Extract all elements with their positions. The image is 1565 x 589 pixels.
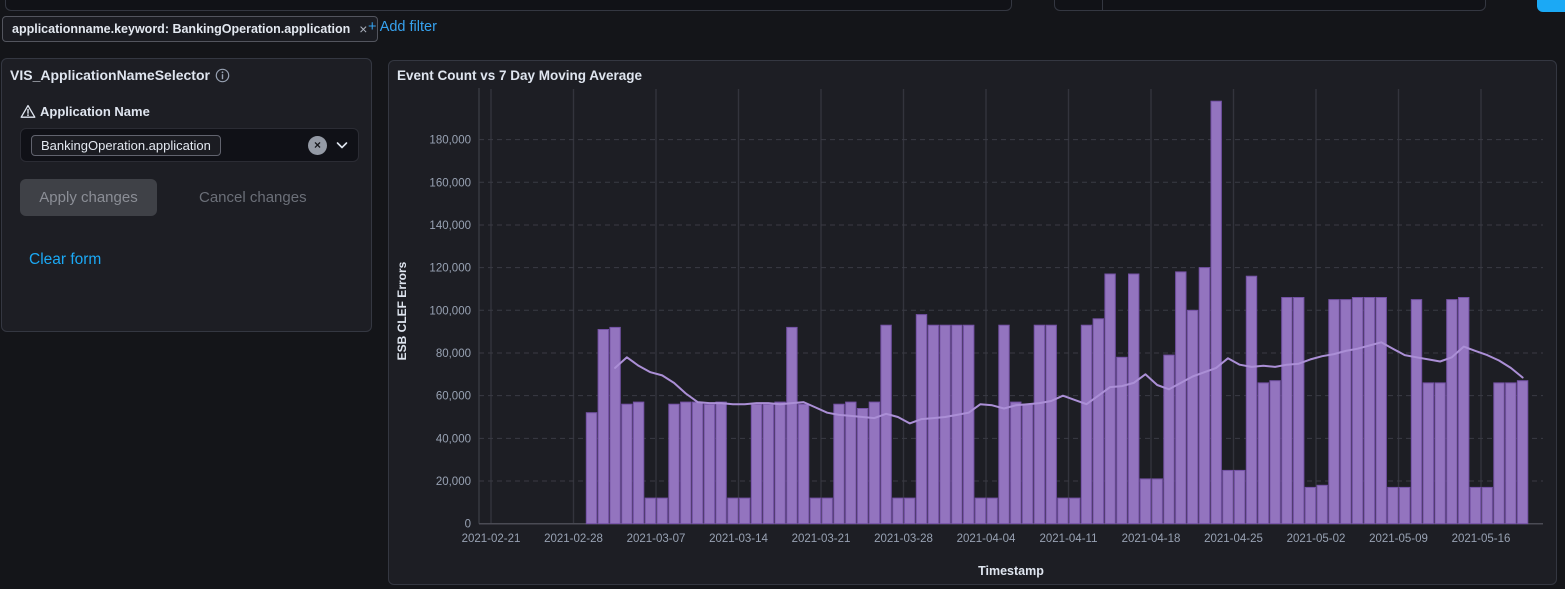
svg-text:2021-05-09: 2021-05-09 bbox=[1369, 533, 1428, 545]
svg-text:2021-04-04: 2021-04-04 bbox=[957, 533, 1016, 545]
svg-text:2021-04-25: 2021-04-25 bbox=[1204, 533, 1263, 545]
add-filter-link[interactable]: + Add filter bbox=[368, 19, 437, 35]
warning-icon bbox=[20, 104, 36, 119]
date-picker-divider bbox=[1102, 0, 1103, 10]
svg-text:40,000: 40,000 bbox=[436, 433, 471, 445]
application-selector-panel: VIS_ApplicationNameSelector Application … bbox=[1, 58, 372, 332]
date-range-picker[interactable] bbox=[1054, 0, 1486, 11]
svg-text:100,000: 100,000 bbox=[429, 305, 471, 317]
remove-filter-icon[interactable]: × bbox=[359, 21, 367, 37]
y-axis-title: ESB CLEF Errors bbox=[395, 261, 409, 361]
svg-text:2021-04-11: 2021-04-11 bbox=[1040, 533, 1098, 545]
svg-text:2021-03-21: 2021-03-21 bbox=[792, 533, 851, 545]
svg-text:120,000: 120,000 bbox=[429, 263, 471, 275]
filter-bar: applicationname.keyword: BankingOperatio… bbox=[0, 14, 1565, 46]
svg-text:20,000: 20,000 bbox=[436, 476, 471, 488]
svg-text:2021-05-02: 2021-05-02 bbox=[1287, 533, 1346, 545]
svg-text:2021-05-16: 2021-05-16 bbox=[1452, 533, 1511, 545]
svg-text:2021-03-28: 2021-03-28 bbox=[874, 533, 933, 545]
application-name-label: Application Name bbox=[40, 104, 150, 119]
svg-text:60,000: 60,000 bbox=[436, 391, 471, 403]
svg-text:140,000: 140,000 bbox=[429, 220, 471, 232]
clear-selection-icon[interactable]: × bbox=[308, 135, 327, 155]
svg-text:160,000: 160,000 bbox=[429, 177, 471, 189]
event-count-chart: 2021-02-21 2021-02-28 2021-03-07 2021-03-14… bbox=[429, 88, 1543, 545]
chevron-down-icon[interactable] bbox=[334, 137, 350, 153]
query-bar[interactable] bbox=[5, 0, 1012, 11]
svg-text:2021-03-07: 2021-03-07 bbox=[627, 533, 686, 545]
update-button[interactable] bbox=[1537, 0, 1565, 12]
svg-text:2021-02-28: 2021-02-28 bbox=[544, 533, 603, 545]
clear-form-link[interactable]: Clear form bbox=[29, 251, 101, 269]
info-icon[interactable] bbox=[215, 68, 230, 83]
filter-pill-label: applicationname.keyword: BankingOperatio… bbox=[12, 22, 351, 36]
svg-text:2021-03-14: 2021-03-14 bbox=[709, 533, 768, 545]
selected-application-tag: BankingOperation.application bbox=[31, 134, 221, 156]
x-axis-title: Timestamp bbox=[978, 564, 1044, 578]
svg-text:80,000: 80,000 bbox=[436, 348, 471, 360]
apply-changes-button[interactable]: Apply changes bbox=[20, 179, 157, 216]
filter-pill[interactable]: applicationname.keyword: BankingOperatio… bbox=[2, 16, 379, 42]
svg-text:180,000: 180,000 bbox=[429, 135, 471, 147]
cancel-changes-button[interactable]: Cancel changes bbox=[189, 189, 317, 206]
chart-panel: Event Count vs 7 Day Moving Average 2021… bbox=[388, 60, 1557, 585]
svg-text:2021-02-21: 2021-02-21 bbox=[462, 533, 521, 545]
svg-text:2021-04-18: 2021-04-18 bbox=[1122, 533, 1181, 545]
application-name-combobox[interactable]: BankingOperation.application × bbox=[20, 128, 359, 162]
svg-text:0: 0 bbox=[465, 519, 471, 531]
panel-title: VIS_ApplicationNameSelector bbox=[10, 67, 210, 83]
